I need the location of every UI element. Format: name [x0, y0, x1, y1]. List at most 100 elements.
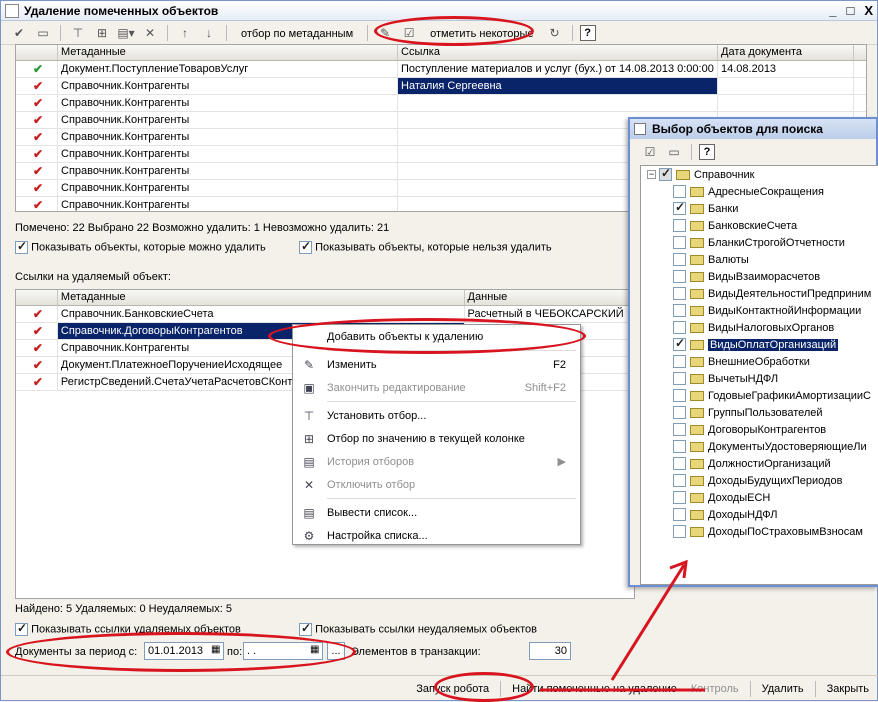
tree-item-checkbox[interactable] — [673, 219, 686, 232]
refresh-icon[interactable]: ↻ — [545, 24, 565, 42]
tree-item-checkbox[interactable] — [673, 287, 686, 300]
row-mark-icon[interactable]: ✔ — [16, 78, 58, 94]
row-mark-icon[interactable]: ✔ — [16, 323, 58, 339]
table-row[interactable]: ✔ Справочник.Контрагенты Наталия Сергеев… — [16, 78, 866, 95]
tree-item[interactable]: ДоходыЕСН — [641, 489, 878, 506]
run-robot-button[interactable]: Запуск робота — [410, 678, 495, 700]
show-can-delete-checkbox[interactable] — [15, 239, 28, 254]
tree-item[interactable]: Валюты — [641, 251, 878, 268]
tree-item-checkbox[interactable] — [673, 474, 686, 487]
tree-item[interactable]: ВидыДеятельностиПредприним — [641, 285, 878, 302]
row-mark-icon[interactable]: ✔ — [16, 180, 58, 196]
tree-item-checkbox[interactable] — [673, 389, 686, 402]
tree-item-checkbox[interactable] — [673, 440, 686, 453]
filter-value-icon[interactable]: ⊞ — [92, 24, 112, 42]
menu-item[interactable]: ⊞ Отбор по значению в текущей колонке — [293, 427, 580, 450]
row-mark-icon[interactable]: ✔ — [16, 306, 58, 322]
tree-item[interactable]: Банки — [641, 200, 878, 217]
tree-item-checkbox[interactable] — [673, 372, 686, 385]
close-window-button[interactable]: X — [864, 3, 873, 18]
tree-item[interactable]: ВидыКонтактнойИнформации — [641, 302, 878, 319]
tree-item[interactable]: АдресныеСокращения — [641, 183, 878, 200]
tree-item[interactable]: ДоходыНДФЛ — [641, 506, 878, 523]
tree-item-checkbox[interactable] — [673, 185, 686, 198]
col-ref-metadata[interactable]: Метаданные — [58, 290, 465, 305]
show-deletable-refs-checkbox[interactable] — [15, 621, 28, 636]
tx-input[interactable]: 30 — [529, 642, 571, 660]
period-select-button[interactable]: ... — [327, 642, 345, 660]
popup-help-button[interactable]: ? — [699, 144, 715, 160]
row-mark-icon[interactable]: ✔ — [16, 61, 58, 77]
table-row[interactable]: ✔ Документ.ПоступлениеТоваровУслуг Посту… — [16, 61, 866, 78]
row-mark-icon[interactable]: ✔ — [16, 146, 58, 162]
root-checkbox[interactable] — [659, 166, 672, 181]
tree-item[interactable]: БанковскиеСчета — [641, 217, 878, 234]
tree-item[interactable]: ДокументыУдостоверяющиеЛи — [641, 438, 878, 455]
col-date[interactable]: Дата документа — [718, 45, 854, 60]
maximize-button[interactable]: □ — [846, 3, 854, 18]
calendar-icon[interactable]: ▦ — [211, 644, 220, 655]
row-mark-icon[interactable]: ✔ — [16, 357, 58, 373]
mark-icon[interactable]: ✔ — [9, 24, 29, 42]
col-ref[interactable]: Ссылка — [398, 45, 718, 60]
tree-item[interactable]: ДоходыПоСтраховымВзносам — [641, 523, 878, 540]
collapse-icon[interactable]: − — [647, 170, 656, 179]
mark-some-button[interactable]: отметить некоторые — [423, 24, 540, 42]
checklist-icon[interactable]: ☑ — [399, 24, 419, 42]
row-mark-icon[interactable]: ✔ — [16, 340, 58, 356]
tree-item-checkbox[interactable] — [673, 304, 686, 317]
unmark-icon[interactable]: ▭ — [33, 24, 53, 42]
show-nondeletable-refs-checkbox[interactable] — [299, 621, 312, 636]
menu-item[interactable]: ▣ Закончить редактирование Shift+F2 — [293, 376, 580, 399]
delete-button[interactable]: Удалить — [756, 678, 810, 700]
control-button[interactable]: Контроль — [685, 678, 745, 700]
col-ref-data[interactable]: Данные — [465, 290, 634, 305]
minimize-button[interactable]: _ — [829, 3, 836, 18]
tree-item-checkbox[interactable] — [673, 270, 686, 283]
tree-item-checkbox[interactable] — [673, 321, 686, 334]
tree-item-checkbox[interactable] — [673, 406, 686, 419]
calendar-to-icon[interactable]: ▦ — [310, 644, 319, 655]
menu-item[interactable]: ✎ Изменить F2 — [293, 353, 580, 376]
tree-item-checkbox[interactable] — [673, 525, 686, 538]
table-row[interactable]: ✔ Справочник.Контрагенты — [16, 95, 866, 112]
tree-item-checkbox[interactable] — [673, 508, 686, 521]
tree-item[interactable]: ВидыОплатОрганизаций — [641, 336, 878, 353]
tree-item-checkbox[interactable] — [673, 253, 686, 266]
menu-item[interactable]: ⚙ Настройка списка... — [293, 524, 580, 547]
check-all-icon[interactable]: ☑ — [640, 143, 660, 161]
row-mark-icon[interactable]: ✔ — [16, 374, 58, 390]
tree-root[interactable]: − Справочник — [641, 166, 878, 183]
tree-item-checkbox[interactable] — [673, 457, 686, 470]
sort-asc-icon[interactable]: ↑ — [175, 24, 195, 42]
sort-desc-icon[interactable]: ↓ — [199, 24, 219, 42]
tree-item[interactable]: ГруппыПользователей — [641, 404, 878, 421]
tree-item[interactable]: ДолжностиОрганизаций — [641, 455, 878, 472]
menu-item[interactable]: ✕ Отключить отбор — [293, 473, 580, 496]
tree-item[interactable]: ВидыВзаиморасчетов — [641, 268, 878, 285]
uncheck-all-icon[interactable]: ▭ — [664, 143, 684, 161]
row-mark-icon[interactable]: ✔ — [16, 112, 58, 128]
tree-item[interactable]: БланкиСтрогойОтчетности — [641, 234, 878, 251]
tree-item-checkbox[interactable] — [673, 236, 686, 249]
menu-item[interactable]: Добавить объекты к удалению — [293, 325, 580, 348]
close-button[interactable]: Закрыть — [821, 678, 875, 700]
tree-item-checkbox[interactable] — [673, 491, 686, 504]
tree-item-checkbox[interactable] — [673, 355, 686, 368]
menu-item[interactable]: ⊤ Установить отбор... — [293, 404, 580, 427]
tree-item[interactable]: ДоговорыКонтрагентов — [641, 421, 878, 438]
row-mark-icon[interactable]: ✔ — [16, 95, 58, 111]
filter-history-icon[interactable]: ▤▾ — [116, 24, 136, 42]
menu-item[interactable]: ▤ История отборов ▶ — [293, 450, 580, 473]
filter-icon[interactable]: ⊤ — [68, 24, 88, 42]
filter-off-icon[interactable]: ✕ — [140, 24, 160, 42]
show-cannot-delete-checkbox[interactable] — [299, 239, 312, 254]
table-row[interactable]: ✔ Справочник.БанковскиеСчета Расчетный в… — [16, 306, 634, 323]
tree-item[interactable]: ГодовыеГрафикиАмортизацииС — [641, 387, 878, 404]
col-metadata[interactable]: Метаданные — [58, 45, 398, 60]
tree-item[interactable]: ВнешниеОбработки — [641, 353, 878, 370]
tree-item[interactable]: ВидыНалоговыхОрганов — [641, 319, 878, 336]
edit-icon[interactable]: ✎ — [375, 24, 395, 42]
tree-item-checkbox[interactable] — [673, 423, 686, 436]
find-marked-button[interactable]: Найти помеченные на удаление — [506, 678, 683, 700]
